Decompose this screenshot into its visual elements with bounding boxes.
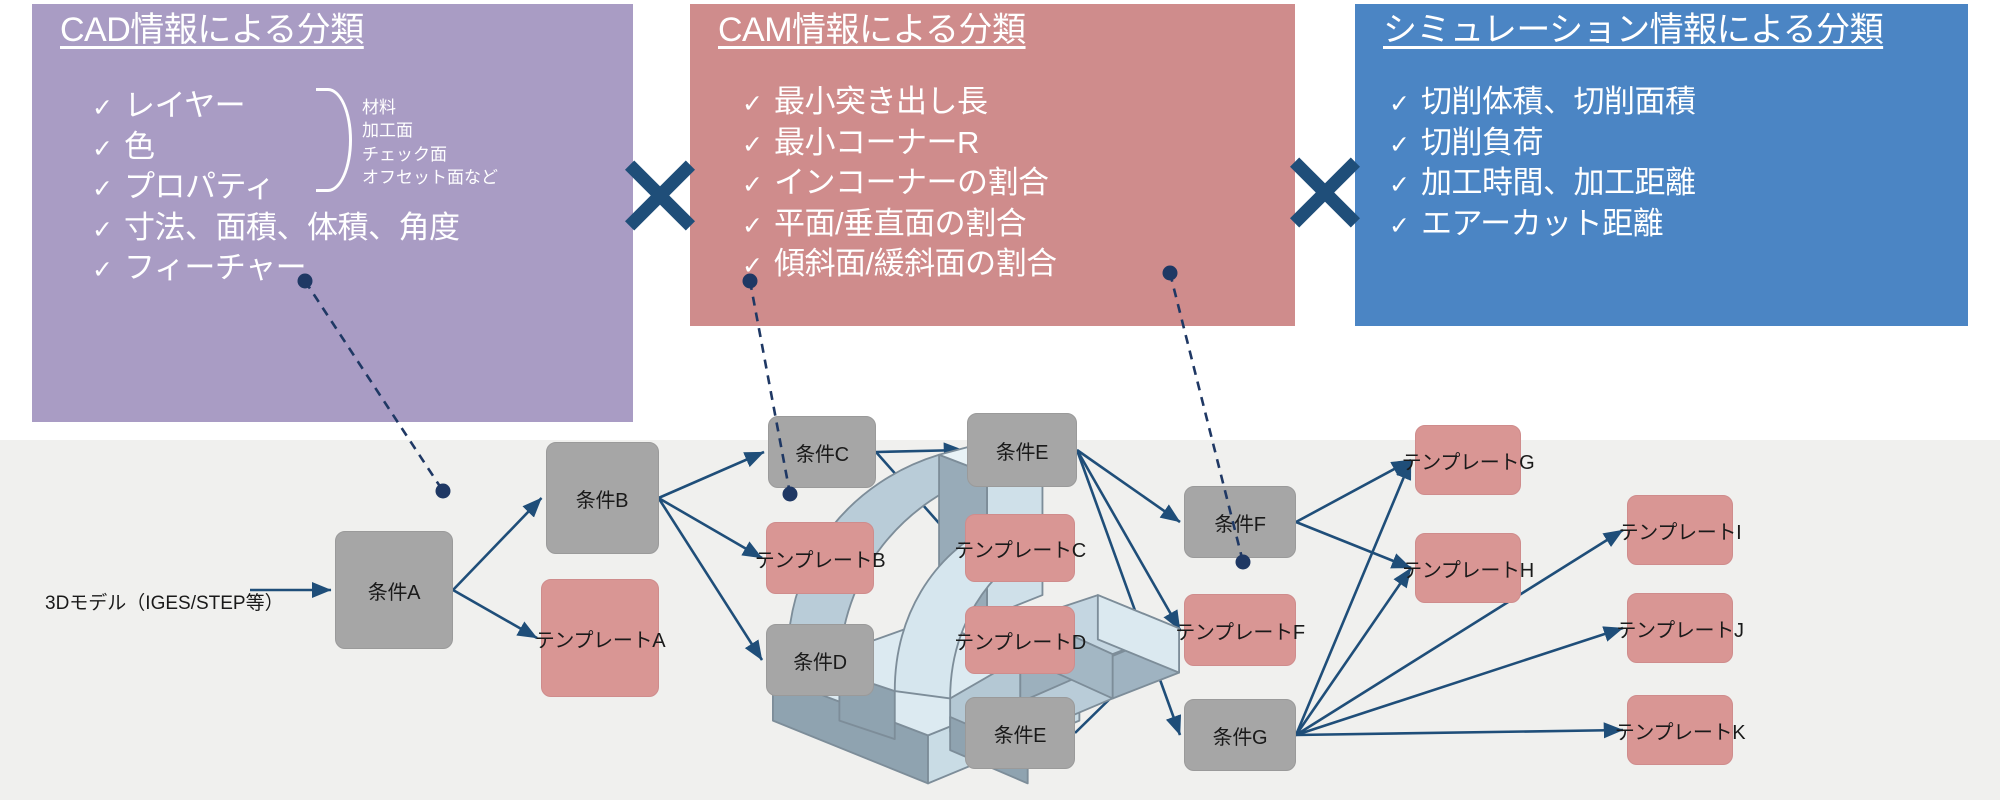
flow-node-tmplA[interactable]: テンプレートA [535,579,666,697]
flow-node-label: テンプレートH [1402,559,1534,582]
slide-canvas: CAD情報による分類 ✓ レイヤー ✓ 色 ✓ プロパティ ✓ 寸法、面積、体積、角度 … [0,0,2000,800]
cad-subnote: 材料 加工面 チェック面 オフセット面など [362,96,498,190]
flow-node-label: 条件B [575,489,629,512]
list-item-label: プロパティ [124,169,275,205]
list-item: ✓ エアーカット距離 [1389,204,1696,245]
list-item-label: 色 [124,128,155,164]
flow-node-tmplD[interactable]: テンプレートD [954,606,1086,674]
cad-subnote-line: オフセット面など [362,168,498,188]
list-item: ✓ 寸法、面積、体積、角度 [92,208,460,249]
panel-sim-list: ✓ 切削体積、切削面積 ✓ 切削負荷 ✓ 加工時間、加工距離 ✓ エアーカット距離 [1389,82,1696,244]
list-item-label: 切削負荷 [1421,124,1544,160]
flow-node-label: テンプレートI [1618,521,1742,544]
list-item-label: 切削体積、切削面積 [1421,84,1696,119]
flow-node-label: 条件E [995,441,1049,464]
check-icon: ✓ [1389,211,1410,240]
check-icon: ✓ [742,252,763,281]
multiply-x-icon [620,159,700,231]
list-item: ✓ 最小突き出し長 [742,82,1057,123]
list-item: ✓ 切削体積、切削面積 [1389,82,1696,123]
list-item-label: インコーナーの割合 [774,165,1049,201]
flow-node-label: テンプレートK [1614,721,1746,744]
list-item-label: エアーカット距離 [1421,205,1664,241]
list-item: ✓ フィーチャー [92,248,460,289]
list-item: ✓ 傾斜面/緩斜面の割合 [742,244,1057,285]
flow-node-condB[interactable]: 条件B [545,442,659,554]
list-item-label: レイヤー [124,88,246,123]
flow-node-label: 条件A [367,581,421,604]
flow-node-condG[interactable]: 条件G [1184,699,1296,771]
flow-node-condE1[interactable]: 条件E [967,413,1077,487]
list-item: ✓ 切削負荷 [1389,123,1696,164]
panel-sim-title: シミュレーション情報による分類 [1383,11,1884,49]
check-icon: ✓ [1389,90,1410,118]
flow-node-tmplB[interactable]: テンプレートB [755,522,886,594]
flow-node-condE2[interactable]: 条件E [965,697,1075,769]
check-icon: ✓ [92,134,113,163]
flow-node-tmplK[interactable]: テンプレートK [1615,695,1746,765]
check-icon: ✓ [742,90,763,118]
check-icon: ✓ [92,175,113,204]
flow-node-label: 条件E [993,724,1047,747]
check-icon: ✓ [742,211,763,240]
flow-node-label: テンプレートJ [1616,619,1744,642]
flow-node-condC[interactable]: 条件C [768,416,876,488]
multiply-x-icon [1285,156,1365,228]
list-item-label: 傾斜面/緩斜面の割合 [774,246,1057,282]
flow-node-label: テンプレートB [754,549,886,572]
flow-node-label: テンプレートG [1401,451,1535,474]
check-icon: ✓ [1389,130,1410,159]
flow-node-tmplC[interactable]: テンプレートC [954,514,1086,582]
panel-cam-list: ✓ 最小突き出し長 ✓ 最小コーナーR ✓ インコーナーの割合 ✓ 平面/垂直面の割合 … [742,82,1057,285]
check-icon: ✓ [742,171,763,200]
cad-subnote-line: チェック面 [362,144,447,164]
list-item: ✓ インコーナーの割合 [742,163,1057,204]
check-icon: ✓ [92,215,113,244]
flow-node-label: テンプレートF [1175,621,1305,644]
check-icon: ✓ [92,256,113,285]
flow-node-label: 条件G [1212,726,1268,749]
check-icon: ✓ [742,130,763,159]
cad-subnote-line: 材料 [362,98,396,117]
flow-node-condD[interactable]: 条件D [766,624,874,696]
flow-node-label: テンプレートA [534,629,666,652]
flow-node-condA[interactable]: 条件A [335,531,453,649]
list-item-label: 寸法、面積、体積、角度 [124,209,460,245]
list-item: ✓ 加工時間、加工距離 [1389,163,1696,204]
flow-node-label: 条件C [795,443,849,466]
flow-node-tmplG[interactable]: テンプレートG [1402,425,1535,495]
list-item-label: 最小突き出し長 [774,84,988,119]
flow-node-label: 条件D [793,651,847,674]
decision-tree-area: 3Dモデル（IGES/STEP等） 条件A テンプレートA 条件B 条件C テンプレート… [0,413,2000,800]
panel-cad-classification: CAD情報による分類 ✓ レイヤー ✓ 色 ✓ プロパティ ✓ 寸法、面積、体積、角度 … [32,4,633,422]
flow-node-label: 条件F [1214,513,1266,536]
flow-node-label: テンプレートC [954,539,1086,562]
list-item: ✓ 平面/垂直面の割合 [742,204,1057,245]
list-item-label: フィーチャー [124,250,307,286]
flow-node-label: テンプレートD [954,631,1086,654]
flow-node-condF[interactable]: 条件F [1184,486,1296,558]
flow-node-tmplJ[interactable]: テンプレートJ [1616,593,1744,663]
flow-node-tmplI[interactable]: テンプレートI [1619,495,1742,565]
panel-cam-title: CAM情報による分類 [718,11,1026,49]
check-icon: ✓ [1389,171,1410,200]
check-icon: ✓ [92,94,113,122]
list-item-label: 加工時間、加工距離 [1421,165,1696,201]
panel-simulation-classification: シミュレーション情報による分類 ✓ 切削体積、切削面積 ✓ 切削負荷 ✓ 加工時間、加… [1355,4,1968,326]
flow-node-tmplH[interactable]: テンプレートH [1402,533,1534,603]
list-item-label: 平面/垂直面の割合 [774,205,1027,241]
flow-node-tmplF[interactable]: テンプレートF [1175,594,1305,666]
panel-cad-title: CAD情報による分類 [60,11,364,49]
panel-cam-classification: CAM情報による分類 ✓ 最小突き出し長 ✓ 最小コーナーR ✓ インコーナーの割合 … [690,4,1295,326]
list-item: ✓ 最小コーナーR [742,123,1057,164]
cad-subnote-line: 加工面 [362,121,413,141]
list-item-label: 最小コーナーR [774,124,979,160]
model-caption: 3Dモデル（IGES/STEP等） [45,593,284,614]
